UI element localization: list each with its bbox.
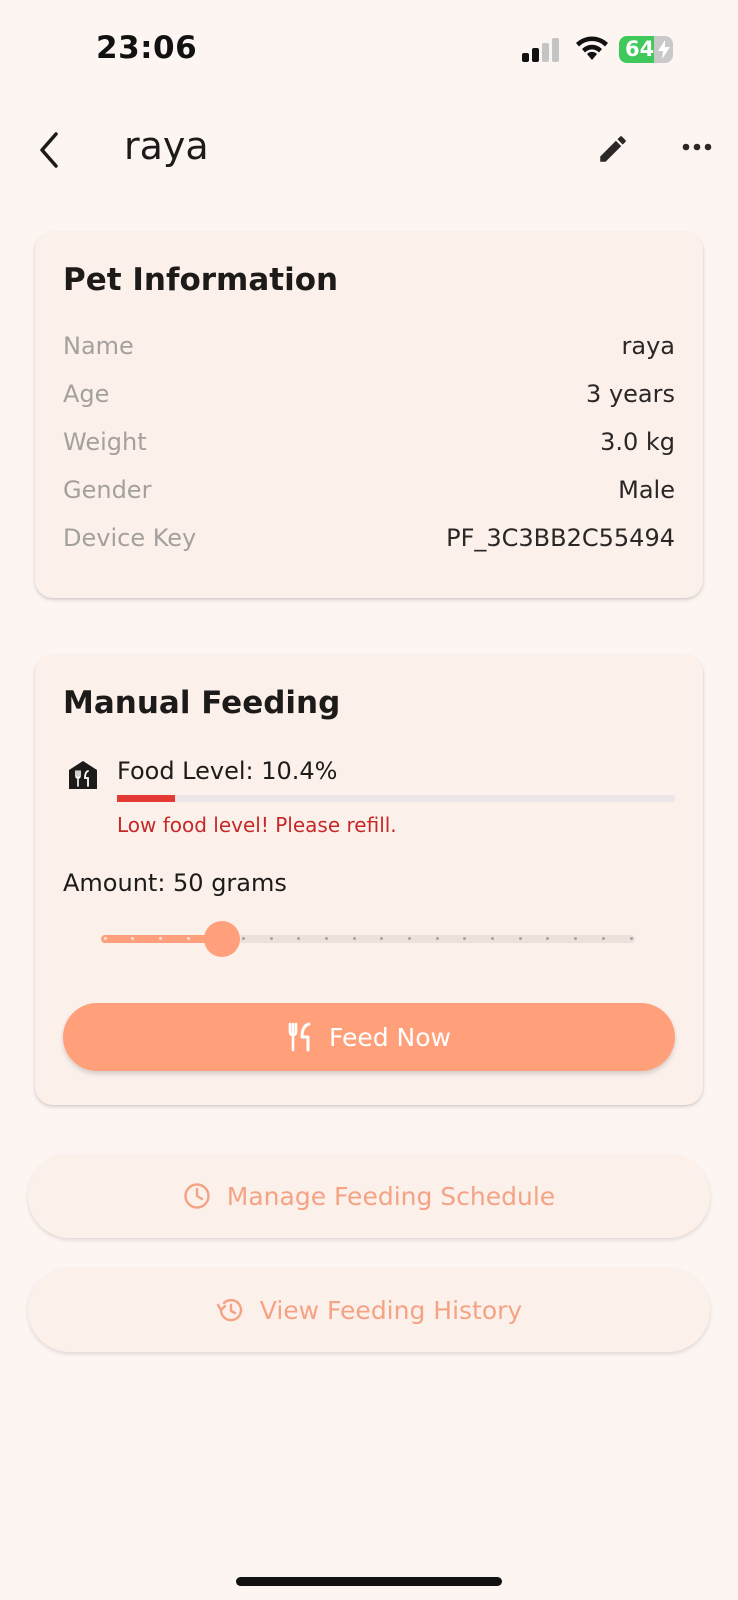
info-label: Age <box>63 380 110 408</box>
view-history-label: View Feeding History <box>259 1295 523 1325</box>
slider-tick <box>103 937 107 940</box>
food-level-text: Food Level: 10.4% <box>117 757 338 785</box>
pet-detail-screen: 23:06 64 raya Pet Information Name raya … <box>0 0 738 1600</box>
clock-icon <box>184 1183 210 1209</box>
info-row-device-key: Device Key PF_3C3BB2C55494 <box>63 524 675 564</box>
food-level-bar <box>117 795 675 802</box>
more-icon[interactable] <box>682 140 712 154</box>
amount-slider[interactable] <box>101 919 635 959</box>
info-value: 3.0 kg <box>600 428 675 456</box>
slider-tick <box>601 937 605 940</box>
slider-tick <box>408 937 412 940</box>
manage-schedule-button[interactable]: Manage Feeding Schedule <box>28 1154 710 1238</box>
slider-tick <box>629 937 633 940</box>
wifi-icon <box>576 36 608 60</box>
amount-text: Amount: 50 grams <box>63 869 287 897</box>
info-value: 3 years <box>586 380 675 408</box>
slider-tick <box>186 937 190 940</box>
pet-info-card: Pet Information Name raya Age 3 years We… <box>35 232 703 598</box>
history-icon <box>216 1298 242 1322</box>
charging-icon <box>658 40 670 59</box>
fork-knife-icon <box>288 1022 311 1052</box>
info-label: Name <box>63 332 134 360</box>
info-value: Male <box>618 476 675 504</box>
view-history-button[interactable]: View Feeding History <box>28 1268 710 1352</box>
info-label: Device Key <box>63 524 197 552</box>
back-icon[interactable] <box>34 130 64 170</box>
food-icon <box>69 761 97 789</box>
manual-feeding-card: Manual Feeding Food Level: 10.4% Low foo… <box>35 655 703 1105</box>
status-time: 23:06 <box>96 30 198 66</box>
info-value: raya <box>621 332 675 360</box>
feed-now-label: Feed Now <box>328 1022 452 1052</box>
slider-tick <box>324 937 328 940</box>
info-row-weight: Weight 3.0 kg <box>63 428 675 468</box>
slider-tick <box>158 937 162 940</box>
feed-now-button[interactable]: Feed Now <box>63 1003 675 1071</box>
pet-info-title: Pet Information <box>63 262 339 298</box>
low-food-warning: Low food level! Please refill. <box>117 813 397 837</box>
info-row-name: Name raya <box>63 332 675 372</box>
battery-indicator: 64 <box>619 36 673 63</box>
info-label: Gender <box>63 476 152 504</box>
app-bar: raya <box>0 110 738 190</box>
slider-thumb[interactable] <box>203 921 240 957</box>
info-row-age: Age 3 years <box>63 380 675 420</box>
signal-icon <box>522 38 559 62</box>
manage-schedule-label: Manage Feeding Schedule <box>226 1181 556 1211</box>
slider-tick <box>269 937 273 940</box>
info-value: PF_3C3BB2C55494 <box>446 524 675 552</box>
slider-tick <box>435 937 439 940</box>
slider-tick <box>352 937 356 940</box>
slider-tick <box>241 937 245 940</box>
home-indicator <box>236 1577 502 1586</box>
status-bar: 23:06 64 <box>0 0 738 100</box>
food-level-fill <box>117 795 176 802</box>
manual-feeding-title: Manual Feeding <box>63 685 341 721</box>
slider-fill <box>101 935 208 943</box>
slider-tick <box>518 937 522 940</box>
page-title: raya <box>124 124 209 168</box>
info-row-gender: Gender Male <box>63 476 675 516</box>
edit-icon[interactable] <box>596 132 630 166</box>
info-label: Weight <box>63 428 147 456</box>
